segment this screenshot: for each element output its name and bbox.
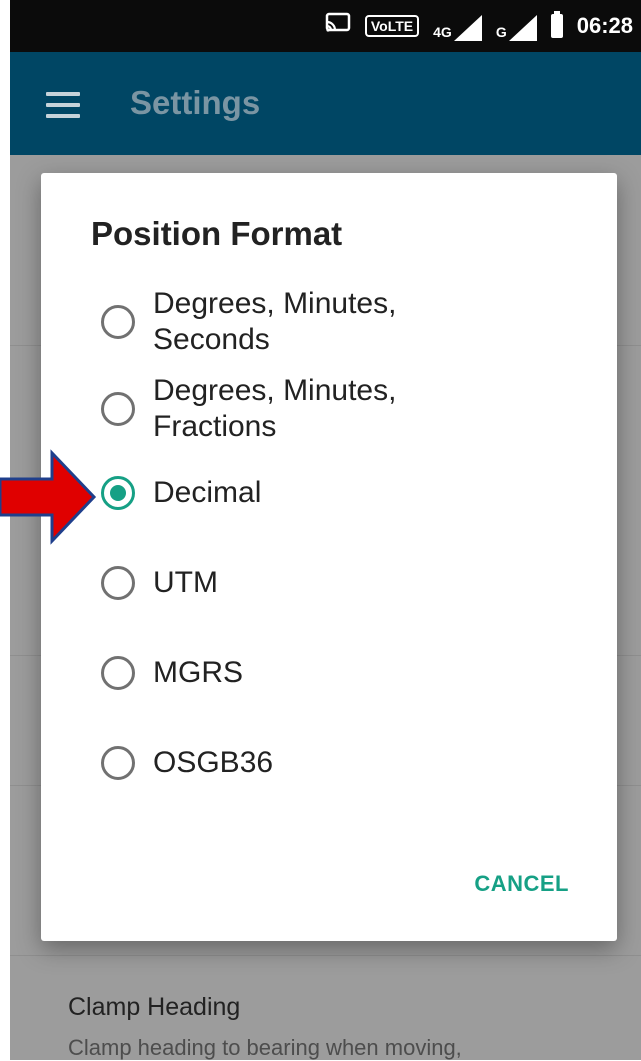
radio-option[interactable]: Decimal (101, 475, 261, 511)
radio-option[interactable]: Degrees, Minutes, Seconds (101, 286, 396, 358)
signal-strength-icon-2 (508, 14, 537, 41)
radio-option-label: OSGB36 (153, 746, 274, 779)
status-bar: VoLTE 4G G 06:28 (10, 0, 641, 60)
radio-option[interactable]: Degrees, Minutes, Fractions (101, 373, 396, 445)
cancel-button[interactable]: CANCEL (474, 871, 569, 897)
hamburger-line (46, 114, 80, 118)
app-bar: Settings (10, 52, 641, 155)
status-icons: VoLTE 4G G 06:28 (325, 10, 633, 41)
4g-signal-icon: 4G (433, 13, 482, 41)
divider (10, 955, 641, 956)
radio-button-icon[interactable] (101, 746, 135, 780)
position-format-dialog: Position Format Degrees, Minutes, Second… (41, 173, 617, 941)
hamburger-line (46, 92, 80, 96)
network-type-label: 4G (433, 23, 452, 40)
signal-strength-icon (453, 14, 482, 41)
phone-screen: VoLTE 4G G 06:28 Settings Clamp Heading (0, 0, 641, 1060)
cast-icon (325, 12, 351, 39)
radio-button-icon[interactable] (101, 566, 135, 600)
radio-option[interactable]: MGRS (101, 655, 243, 691)
radio-option-label: Decimal (153, 476, 262, 509)
radio-option[interactable]: UTM (101, 565, 218, 601)
sim2-network-label: G (495, 23, 507, 40)
radio-button-icon[interactable] (101, 305, 135, 339)
app-bar-title: Settings (130, 84, 261, 121)
clamp-heading-summary: Clamp heading to bearing when moving, (68, 1035, 462, 1060)
radio-button-icon[interactable] (101, 392, 135, 426)
radio-option-label: UTM (153, 566, 218, 599)
battery-icon (550, 10, 563, 38)
clamp-heading-title[interactable]: Clamp Heading (68, 993, 240, 1022)
radio-option-label: Degrees, Minutes, Fractions (153, 374, 397, 443)
annotation-arrow-icon (0, 449, 97, 545)
g-signal-icon: G (495, 13, 537, 41)
radio-option-label: Degrees, Minutes, Seconds (153, 287, 397, 356)
radio-button-icon[interactable] (101, 656, 135, 690)
options-list: Degrees, Minutes, Seconds Degrees, Minute… (41, 173, 617, 941)
status-time: 06:28 (576, 12, 633, 38)
hamburger-menu-icon[interactable] (46, 92, 80, 118)
radio-option-label: MGRS (153, 656, 243, 689)
radio-button-icon[interactable] (101, 476, 135, 510)
radio-option[interactable]: OSGB36 (101, 745, 273, 781)
hamburger-line (46, 103, 80, 107)
volte-icon: VoLTE (364, 14, 420, 37)
